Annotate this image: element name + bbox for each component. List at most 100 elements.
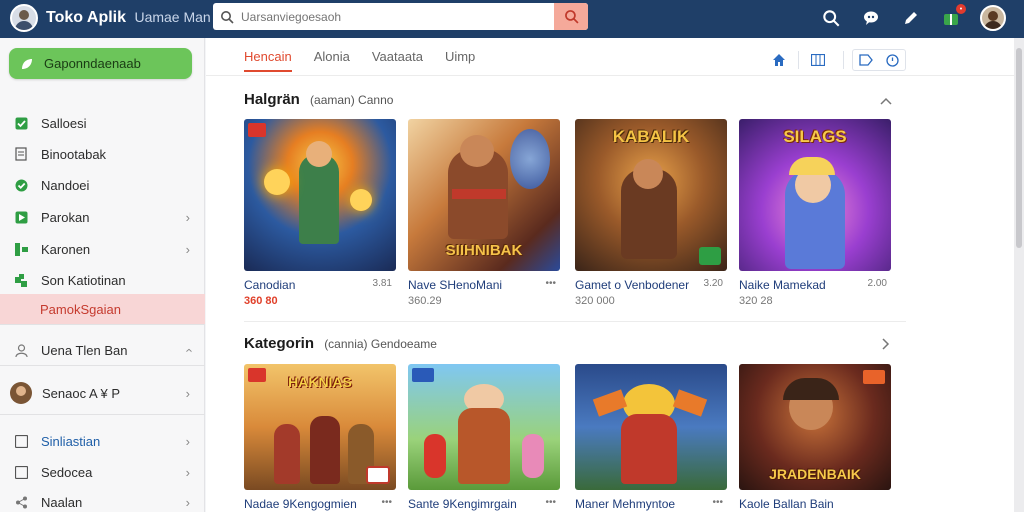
app-card[interactable]: Maner Mehmyntoe ••• xyxy=(575,364,727,511)
scrollbar-thumb[interactable] xyxy=(1016,48,1022,248)
app-thumbnail[interactable] xyxy=(244,119,396,271)
sidebar-cta-button[interactable]: Gaponndaenaab xyxy=(9,48,192,79)
app-price: 360.29 xyxy=(408,295,442,307)
thumbnail-logo-text: SILAGS xyxy=(783,127,847,146)
tab-divider xyxy=(206,75,1014,76)
app-thumbnail[interactable]: JRADENBAIK xyxy=(739,364,891,490)
app-thumbnail[interactable]: KABALIK xyxy=(575,119,727,271)
app-card[interactable]: JRADENBAIK Kaole Ballan Bain xyxy=(739,364,891,511)
section-title: Halgrän (aaman) Canno xyxy=(244,91,393,108)
search-input[interactable] xyxy=(241,3,554,30)
thumbnail-logo-text: SIIHNIBAK xyxy=(445,242,523,259)
search-icon xyxy=(213,3,241,30)
sidebar-item[interactable]: Sinliastian › xyxy=(0,427,205,455)
chevron-right-icon: › xyxy=(185,209,190,225)
thumbnail-logo-text: KABALIK xyxy=(612,127,690,146)
tab-3[interactable]: Vaataata xyxy=(372,49,423,72)
sidebar-item-label: Sedocea xyxy=(41,464,93,480)
tab-2[interactable]: Alonia xyxy=(314,49,350,72)
sidebar-item[interactable]: Sedocea › xyxy=(0,458,205,486)
sidebar-item-label: Sinliastian xyxy=(41,433,101,449)
chevron-right-icon: › xyxy=(185,494,190,510)
more-icon[interactable]: ••• xyxy=(381,497,392,508)
app-card[interactable]: KABALIK Gamet o Venbodener 3.20 320 000 xyxy=(575,119,727,307)
sidebar-item[interactable]: Karonen › xyxy=(0,235,205,263)
tool-divider xyxy=(843,51,844,69)
app-card[interactable]: Canodian 3.81 360 80 xyxy=(244,119,396,307)
sidebar-item-label: PamokSgaian xyxy=(40,301,121,317)
tool-divider xyxy=(798,51,799,69)
chat-icon[interactable] xyxy=(860,7,882,29)
app-card[interactable]: Sante 9Kengimrgain ••• xyxy=(408,364,560,511)
document-icon xyxy=(14,147,28,161)
app-card[interactable]: SILAGS Naike Mamekad 2.00 320 28 xyxy=(739,119,891,307)
app-title[interactable]: Sante 9Kengimrgain xyxy=(408,497,560,511)
more-icon[interactable]: ••• xyxy=(545,497,556,508)
top-icons: • xyxy=(820,4,1006,31)
sidebar-divider xyxy=(0,324,205,325)
puzzle-icon xyxy=(14,273,28,287)
gift-icon[interactable]: • xyxy=(940,4,966,29)
sidebar-item[interactable]: Binootabak xyxy=(0,140,205,168)
app-price: 320 28 xyxy=(739,295,773,307)
clock-icon[interactable] xyxy=(886,53,899,67)
app-rating: 2.00 xyxy=(867,278,887,289)
chevron-up-icon: › xyxy=(180,347,196,353)
app-card[interactable]: HAKNIAS Nadae 9Kengogmien ••• xyxy=(244,364,396,511)
app-subtitle: Uamae Man xyxy=(134,9,211,25)
sidebar-item[interactable]: Nandoei xyxy=(0,171,205,199)
app-thumbnail[interactable]: SILAGS xyxy=(739,119,891,271)
section-meta: (aaman) Canno xyxy=(310,93,394,107)
tab-home[interactable]: Hencain xyxy=(244,49,292,72)
app-title[interactable]: Maner Mehmyntoe xyxy=(575,497,727,511)
chevron-up-icon[interactable] xyxy=(880,94,892,108)
app-title[interactable]: Nadae 9Kengogmien xyxy=(244,497,396,511)
share-icon xyxy=(14,495,28,509)
grid-icon xyxy=(14,242,28,256)
app-card[interactable]: SIIHNIBAK Nave SHenoMani ••• 360.29 xyxy=(408,119,560,307)
search-button[interactable] xyxy=(554,3,588,30)
app-title[interactable]: Kaole Ballan Bain xyxy=(739,497,891,511)
tool-group xyxy=(852,49,906,71)
home-icon[interactable] xyxy=(768,50,790,70)
section-title-text: Kategorin xyxy=(244,335,315,352)
thumbnail-logo-text: JRADENBAIK xyxy=(769,466,861,482)
more-icon[interactable]: ••• xyxy=(545,278,556,289)
flag-icon xyxy=(14,210,28,224)
edit-icon[interactable] xyxy=(900,7,922,29)
app-thumbnail[interactable]: SIIHNIBAK xyxy=(408,119,560,271)
sidebar-item[interactable]: Senaoc A ¥ P › xyxy=(0,379,205,407)
chevron-right-icon: › xyxy=(185,433,190,449)
user-avatar[interactable] xyxy=(980,5,1006,31)
app-thumbnail[interactable] xyxy=(575,364,727,490)
tag-icon[interactable] xyxy=(859,54,874,66)
view-tools xyxy=(768,49,906,71)
app-logo[interactable] xyxy=(10,4,38,32)
sidebar-item-label: Son Katiotinan xyxy=(41,272,126,288)
tab-4[interactable]: Uimp xyxy=(445,49,475,72)
app-thumbnail[interactable] xyxy=(408,364,560,490)
section-meta: (cannia) Gendoeame xyxy=(324,337,437,351)
section-title: Kategorin (cannia) Gendoeame xyxy=(244,335,437,352)
search-icon[interactable] xyxy=(820,7,842,29)
app-thumbnail[interactable]: HAKNIAS xyxy=(244,364,396,490)
chevron-right-icon[interactable] xyxy=(882,338,890,353)
columns-icon[interactable] xyxy=(807,50,829,70)
tab-bar: Hencain Alonia Vaataata Uimp xyxy=(244,49,475,72)
sidebar-item[interactable]: Salloesi xyxy=(0,109,205,137)
app-rating: 3.20 xyxy=(703,278,723,289)
app-title[interactable]: Nave SHenoMani xyxy=(408,278,560,292)
sidebar-item-label: Parokan xyxy=(41,209,90,225)
chevron-right-icon: › xyxy=(185,464,190,480)
more-icon[interactable]: ••• xyxy=(712,497,723,508)
person-icon xyxy=(14,343,28,357)
sidebar-item-label: Uena Tlen Ban xyxy=(41,342,128,358)
app-price: 320 000 xyxy=(575,295,615,307)
scrollbar[interactable] xyxy=(1014,38,1024,512)
sidebar-item[interactable]: Naalan › xyxy=(0,488,205,512)
sidebar-item[interactable]: Parokan › xyxy=(0,203,205,231)
sidebar-item[interactable]: Uena Tlen Ban › xyxy=(0,336,205,364)
sidebar-item-active[interactable]: PamokSgaian xyxy=(0,294,205,324)
sidebar-item-label: Karonen xyxy=(41,241,91,257)
sidebar-item[interactable]: Son Katiotinan xyxy=(0,266,205,294)
